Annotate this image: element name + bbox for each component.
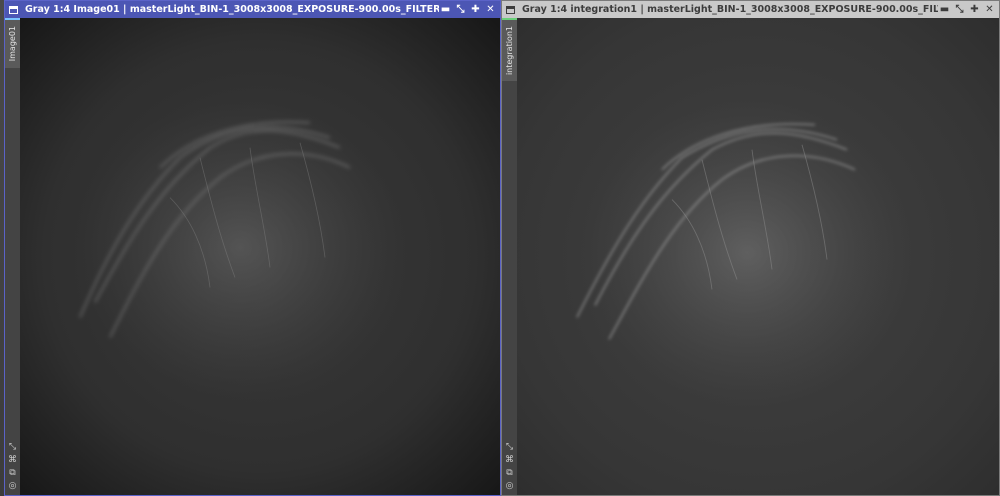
side-tool-icons: ⤡ ⌘ ⧉ ◎ bbox=[5, 442, 20, 492]
window-titlebar[interactable]: Gray 1:4 integration1 | masterLight_BIN-… bbox=[502, 1, 999, 18]
shade-icon[interactable]: ⤡ bbox=[953, 3, 966, 16]
clone-view-icon[interactable]: ⧉ bbox=[7, 468, 18, 479]
image-canvas[interactable] bbox=[517, 18, 999, 495]
zoom-icon[interactable]: ⌘ bbox=[7, 455, 18, 466]
image-canvas[interactable] bbox=[20, 18, 500, 495]
window-icon bbox=[9, 5, 18, 14]
maximize-icon[interactable]: ✚ bbox=[469, 3, 482, 16]
side-tool-icons: ⤡ ⌘ ⧉ ◎ bbox=[502, 442, 517, 492]
close-icon[interactable]: ✕ bbox=[484, 3, 497, 16]
view-side-panel: integration1 ⤡ ⌘ ⧉ ◎ bbox=[502, 18, 517, 495]
window-controls: ▬ ⤡ ✚ ✕ bbox=[439, 3, 500, 16]
clone-view-icon[interactable]: ⧉ bbox=[504, 468, 515, 479]
window-title: Gray 1:4 Image01 | masterLight_BIN-1_300… bbox=[25, 4, 439, 15]
view-settings-icon[interactable]: ◎ bbox=[7, 481, 18, 492]
shade-icon[interactable]: ⤡ bbox=[454, 3, 467, 16]
view-tab-label: integration1 bbox=[505, 25, 514, 76]
close-icon[interactable]: ✕ bbox=[983, 3, 996, 16]
nebula-image bbox=[517, 18, 999, 495]
window-controls: ▬ ⤡ ✚ ✕ bbox=[938, 3, 999, 16]
maximize-icon[interactable]: ✚ bbox=[968, 3, 981, 16]
minimize-icon[interactable]: ▬ bbox=[439, 3, 452, 16]
view-tab-image01[interactable]: Image01 bbox=[5, 18, 20, 68]
view-settings-icon[interactable]: ◎ bbox=[504, 481, 515, 492]
window-title: Gray 1:4 integration1 | masterLight_BIN-… bbox=[522, 4, 938, 15]
nebula-image bbox=[20, 18, 500, 495]
window-titlebar[interactable]: Gray 1:4 Image01 | masterLight_BIN-1_300… bbox=[5, 1, 500, 18]
view-tab-integration1[interactable]: integration1 bbox=[502, 18, 517, 81]
minimize-icon[interactable]: ▬ bbox=[938, 3, 951, 16]
zoom-icon[interactable]: ⌘ bbox=[504, 455, 515, 466]
view-side-panel: Image01 ⤡ ⌘ ⧉ ◎ bbox=[5, 18, 20, 495]
image-window-image01[interactable]: Gray 1:4 Image01 | masterLight_BIN-1_300… bbox=[4, 0, 501, 496]
image-window-integration1[interactable]: Gray 1:4 integration1 | masterLight_BIN-… bbox=[501, 0, 1000, 496]
window-icon bbox=[506, 5, 515, 14]
view-tab-label: Image01 bbox=[8, 26, 17, 62]
fit-view-icon[interactable]: ⤡ bbox=[7, 442, 18, 453]
fit-view-icon[interactable]: ⤡ bbox=[504, 442, 515, 453]
